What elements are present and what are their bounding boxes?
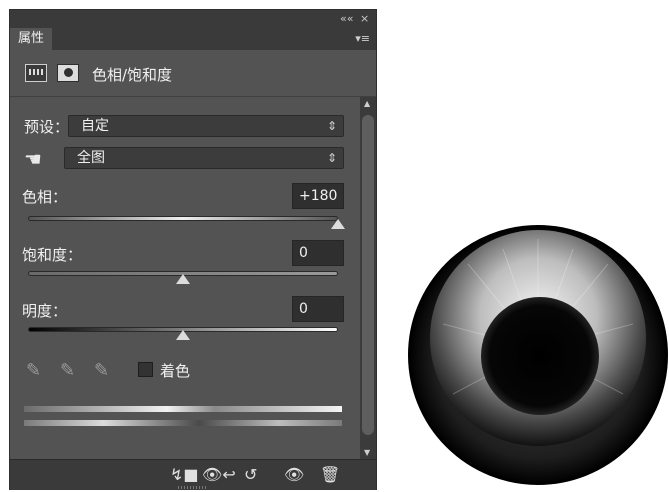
tab-properties[interactable]: 属性: [10, 28, 53, 50]
output-color-bar: [24, 420, 342, 426]
chevron-updown-icon: ⇕: [326, 151, 337, 165]
channel-value: 全图: [77, 150, 105, 166]
channel-dropdown[interactable]: 全图 ⇕: [64, 147, 344, 169]
input-color-bar: [24, 406, 342, 412]
hue-input[interactable]: +180: [292, 183, 344, 209]
collapse-panel-button[interactable]: ««: [340, 12, 353, 25]
targeted-adjustment-hand-icon[interactable]: ☚: [24, 147, 42, 171]
preset-value: 自定: [81, 118, 109, 134]
preset-label: 预设：: [24, 118, 70, 136]
panel-title-strip: «« ×: [10, 10, 376, 28]
eyedropper-icon[interactable]: ✎: [26, 360, 41, 381]
lightness-label: 明度：: [22, 302, 68, 320]
eyeball-graphic: [408, 225, 668, 485]
colorize-label: 着色: [160, 362, 191, 380]
hue-slider-thumb[interactable]: [331, 219, 345, 229]
saturation-label: 饱和度：: [22, 246, 83, 264]
scroll-up-icon[interactable]: ▲: [364, 99, 370, 108]
scroll-down-icon[interactable]: ▼: [364, 448, 370, 457]
colorize-checkbox[interactable]: [138, 362, 153, 377]
hue-label: 色相：: [22, 188, 68, 206]
toggle-visibility-icon[interactable]: 👁: [284, 465, 304, 484]
lightness-slider-thumb[interactable]: [176, 330, 190, 340]
eyedropper-add-icon[interactable]: ✎: [60, 360, 75, 381]
panel-scrollbar[interactable]: ▲ ▼: [360, 97, 376, 459]
eyedropper-subtract-icon[interactable]: ✎: [94, 360, 109, 381]
close-panel-button[interactable]: ×: [360, 12, 369, 25]
saturation-input[interactable]: 0: [292, 240, 344, 266]
lightness-input[interactable]: 0: [292, 296, 344, 322]
view-previous-state-icon[interactable]: 👁↩: [202, 465, 236, 484]
layer-mask-icon[interactable]: [57, 64, 79, 82]
panel-bottom-toolbar: ↯■ 👁↩ ↺ 👁 🗑: [10, 459, 376, 490]
properties-content: 预设： 自定 ⇕ ☚ 全图 ⇕ 色相： +180 饱和度： 0 明度： 0 ✎ …: [10, 97, 360, 459]
scrollbar-thumb[interactable]: [362, 115, 374, 435]
eye-preview-image: [408, 224, 668, 486]
hue-slider-track[interactable]: [28, 216, 338, 221]
properties-panel: «« × 属性 ▾≡ 色相/饱和度 预设： 自定 ⇕ ☚ 全图 ⇕ 色相： +1…: [9, 9, 377, 490]
properties-header: 色相/饱和度: [10, 50, 376, 97]
resize-grip[interactable]: [178, 486, 206, 489]
panel-menu-icon[interactable]: ▾≡: [355, 32, 370, 45]
delete-icon[interactable]: 🗑: [320, 465, 340, 484]
preset-dropdown[interactable]: 自定 ⇕: [68, 115, 344, 137]
adjustment-layer-icon[interactable]: [25, 64, 47, 82]
chevron-updown-icon: ⇕: [326, 119, 337, 133]
clip-to-layer-icon[interactable]: ↯■: [170, 465, 199, 484]
saturation-slider-thumb[interactable]: [176, 274, 190, 284]
adjustment-title: 色相/饱和度: [92, 66, 173, 84]
panel-tabbar: 属性 ▾≡: [10, 28, 376, 51]
reset-icon[interactable]: ↺: [244, 465, 257, 484]
